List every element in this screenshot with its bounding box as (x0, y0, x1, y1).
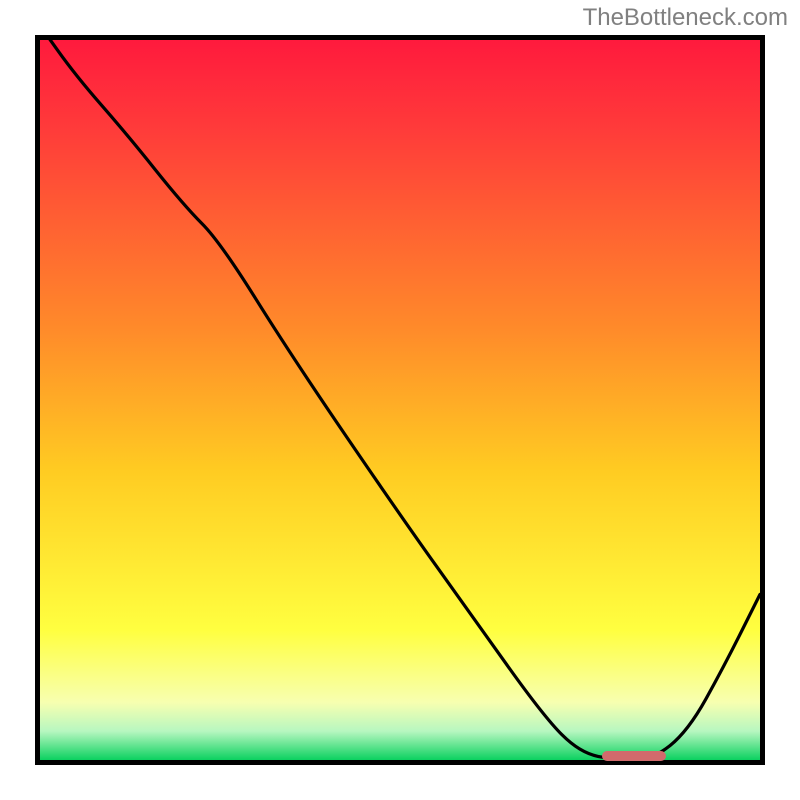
chart-canvas (40, 40, 760, 760)
attribution-text: TheBottleneck.com (583, 4, 788, 32)
optimal-range-marker (602, 751, 667, 761)
chart-frame: TheBottleneck.com (0, 0, 800, 800)
gradient-background (40, 40, 760, 760)
